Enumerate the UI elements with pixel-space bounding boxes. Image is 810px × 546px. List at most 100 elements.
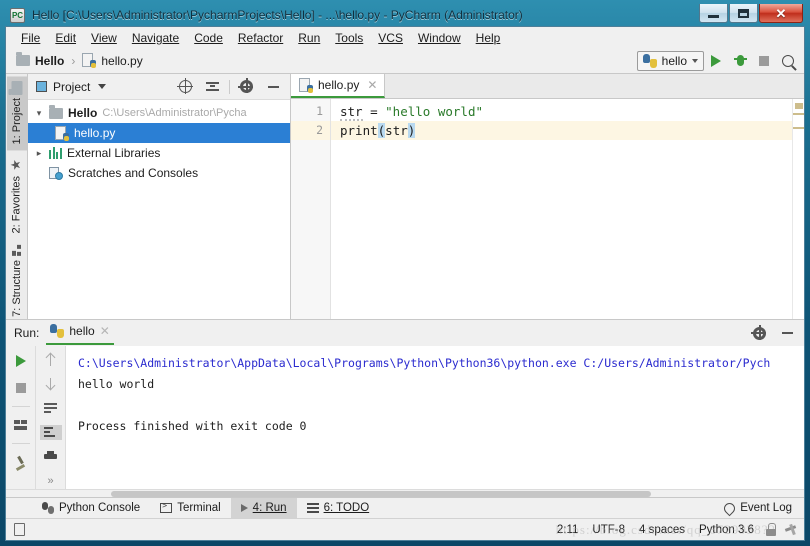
- chevron-down-icon[interactable]: [98, 84, 107, 89]
- python-file-icon: [55, 125, 69, 141]
- tab-run[interactable]: 4: Run: [230, 497, 297, 519]
- run-button[interactable]: [704, 50, 728, 72]
- debug-button[interactable]: [728, 50, 752, 72]
- chevron-down-icon: [692, 58, 698, 63]
- divider: [11, 406, 30, 407]
- tree-node-label: Hello: [68, 106, 98, 120]
- code-token-paren: ): [407, 123, 416, 138]
- soft-wrap-button[interactable]: [40, 401, 62, 416]
- code-token: str: [340, 104, 363, 121]
- close-icon[interactable]: ✕: [367, 78, 377, 92]
- interpreter[interactable]: Python 3.6: [692, 524, 761, 536]
- close-icon[interactable]: ✕: [100, 324, 110, 338]
- run-settings-button[interactable]: [749, 322, 770, 344]
- arrow-down-icon: [46, 377, 56, 390]
- locate-button[interactable]: [175, 76, 196, 98]
- bottom-tab-label: Python Console: [59, 502, 141, 514]
- sidebar-item-structure[interactable]: 7: Structure: [8, 240, 26, 323]
- collapse-all-button[interactable]: [202, 76, 223, 98]
- run-secondary-toolbar: »: [36, 346, 66, 489]
- folder-icon: [49, 104, 63, 119]
- tab-hello-py[interactable]: hello.py ✕: [291, 74, 386, 98]
- menu-file[interactable]: File: [14, 29, 47, 47]
- tree-node-project[interactable]: Hello C:\Users\Administrator\Pycha: [28, 103, 290, 123]
- star-icon: ★: [9, 156, 24, 172]
- app-icon: PC: [10, 7, 25, 23]
- run-configuration-selector[interactable]: hello: [636, 50, 704, 71]
- arrow-up-icon: [46, 353, 56, 366]
- tree-node-hello-py[interactable]: hello.py: [28, 123, 290, 143]
- python-icon: [642, 53, 657, 68]
- layout-button[interactable]: [10, 416, 32, 434]
- maximize-button[interactable]: [729, 4, 758, 23]
- menu-view-label: View: [91, 30, 117, 45]
- hammer-icon[interactable]: [785, 523, 798, 536]
- caret-position[interactable]: 2:11: [550, 524, 586, 536]
- print-button[interactable]: [40, 449, 62, 464]
- run-tab-hello[interactable]: hello ✕: [46, 321, 114, 345]
- menu-help[interactable]: Help: [469, 29, 508, 47]
- down-stack-button[interactable]: [40, 376, 62, 391]
- event-log-button[interactable]: Event Log: [714, 498, 804, 519]
- menu-code[interactable]: Code: [187, 29, 230, 47]
- tab-python-console[interactable]: Python Console: [32, 498, 150, 519]
- breadcrumb-separator: ›: [71, 53, 76, 68]
- menu-tools-label: Tools: [335, 30, 364, 45]
- library-icon: [49, 147, 62, 159]
- more-options-button[interactable]: »: [40, 474, 62, 489]
- rerun-button[interactable]: [10, 352, 32, 370]
- up-stack-button[interactable]: [40, 352, 62, 367]
- menu-view[interactable]: View: [84, 29, 124, 47]
- tree-node-external-libraries[interactable]: External Libraries: [28, 143, 290, 163]
- console-output[interactable]: C:\Users\Administrator\AppData\Local\Pro…: [66, 346, 804, 489]
- menu-navigate[interactable]: Navigate: [125, 29, 186, 47]
- minimize-button[interactable]: [699, 4, 728, 23]
- stop-button[interactable]: [752, 50, 776, 72]
- navigation-bar: Hello › hello.py hello: [6, 48, 804, 74]
- hide-panel-button[interactable]: [263, 76, 284, 98]
- scroll-to-end-button[interactable]: [39, 424, 62, 441]
- layout-icon: [14, 420, 27, 430]
- menu-tools[interactable]: Tools: [328, 29, 370, 47]
- code-content[interactable]: str = "hello world" print(str): [331, 99, 792, 319]
- scrollbar-thumb[interactable]: [111, 491, 651, 497]
- menu-vcs[interactable]: VCS: [371, 29, 410, 47]
- sidebar-item-favorites[interactable]: 2: Favorites ★: [7, 150, 26, 239]
- menu-code-label: Code: [194, 30, 223, 45]
- tool-tab-label: 7: Structure: [10, 259, 23, 317]
- breadcrumb-project[interactable]: Hello: [35, 54, 64, 68]
- lock-icon[interactable]: [765, 523, 777, 536]
- settings-button[interactable]: [236, 76, 257, 98]
- event-log-label: Event Log: [740, 502, 792, 514]
- console-horizontal-scrollbar[interactable]: [6, 489, 804, 497]
- sidebar-item-project[interactable]: 1: Project: [6, 76, 27, 151]
- menu-refactor[interactable]: Refactor: [231, 29, 290, 47]
- bug-icon: [733, 54, 747, 67]
- close-button[interactable]: ✕: [759, 4, 803, 23]
- tab-todo[interactable]: 6: TODO: [297, 498, 380, 519]
- indent[interactable]: 4 spaces: [632, 524, 692, 536]
- search-everywhere-button[interactable]: [776, 50, 800, 72]
- pin-tab-button[interactable]: [10, 453, 32, 471]
- code-editor[interactable]: 1 2 str = "hello world" print(str): [291, 99, 804, 319]
- gear-icon: [238, 78, 253, 93]
- terminal-icon: [160, 501, 173, 513]
- tree-node-scratches[interactable]: Scratches and Consoles: [28, 163, 290, 183]
- line-number: 1: [316, 104, 323, 118]
- play-icon: [15, 355, 26, 367]
- breadcrumb-file[interactable]: hello.py: [101, 54, 142, 68]
- run-hide-button[interactable]: [777, 322, 798, 344]
- menu-edit[interactable]: Edit: [48, 29, 83, 47]
- menu-window[interactable]: Window: [411, 29, 468, 47]
- chevron-right-icon[interactable]: [34, 148, 44, 159]
- stop-process-button[interactable]: [10, 379, 32, 397]
- chevron-down-icon[interactable]: [34, 108, 44, 119]
- marker-stripe: [793, 113, 804, 115]
- tab-terminal[interactable]: Terminal: [150, 498, 230, 519]
- encoding[interactable]: UTF-8: [585, 524, 632, 536]
- editor-marker-bar[interactable]: [792, 99, 804, 319]
- menu-run[interactable]: Run: [291, 29, 327, 47]
- document-icon[interactable]: [14, 523, 25, 536]
- breadcrumb: Hello › hello.py: [16, 52, 143, 68]
